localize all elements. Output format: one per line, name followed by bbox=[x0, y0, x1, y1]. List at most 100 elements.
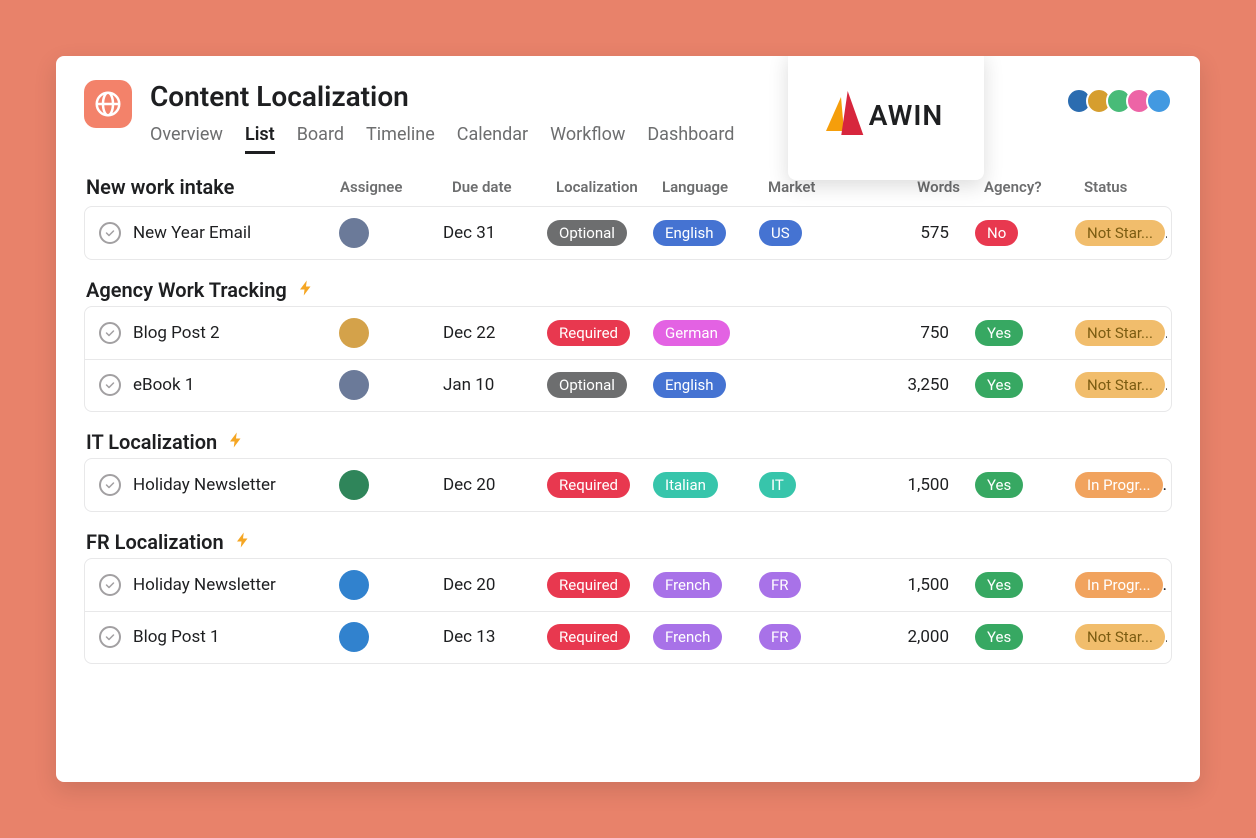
status-pill[interactable]: Not Star... bbox=[1075, 220, 1165, 246]
tab-dashboard[interactable]: Dashboard bbox=[647, 124, 734, 154]
task-title: New Year Email bbox=[133, 223, 251, 243]
agency-pill[interactable]: Yes bbox=[975, 472, 1023, 498]
tab-workflow[interactable]: Workflow bbox=[550, 124, 625, 154]
task-title: Holiday Newsletter bbox=[133, 575, 276, 595]
task-rows: Blog Post 2 Dec 22 Required German 750 Yes Not… bbox=[84, 306, 1172, 412]
column-header-due[interactable]: Due date bbox=[444, 178, 548, 196]
section-name[interactable]: IT Localization bbox=[86, 430, 217, 454]
task-rows: New Year EmailDec 31OptionalEnglishUS575… bbox=[84, 206, 1172, 260]
column-header-language[interactable]: Language bbox=[654, 178, 760, 196]
status-pill[interactable]: Not Star... bbox=[1075, 372, 1165, 398]
localization-pill[interactable]: Required bbox=[547, 624, 630, 650]
task-title: Holiday Newsletter bbox=[133, 475, 276, 495]
language-pill[interactable]: French bbox=[653, 624, 722, 650]
agency-pill[interactable]: No bbox=[975, 220, 1018, 246]
market-pill[interactable]: US bbox=[759, 220, 802, 246]
view-tabs: Overview List Board Timeline Calendar Workflo… bbox=[150, 124, 1172, 154]
collaborator-avatar[interactable] bbox=[1146, 88, 1172, 114]
assignee-avatar[interactable] bbox=[339, 622, 369, 652]
section: FR Localization Holiday Newsletter Dec 20 R… bbox=[84, 530, 1172, 664]
due-date[interactable]: Dec 22 bbox=[435, 323, 539, 343]
section-name[interactable]: FR Localization bbox=[86, 530, 224, 554]
task-row[interactable]: Blog Post 1 Dec 13 Required French FR 2,000 Ye… bbox=[85, 611, 1171, 663]
task-row[interactable]: eBook 1 Jan 10 Optional English 3,250 Yes Not … bbox=[85, 359, 1171, 411]
column-header-market[interactable]: Market bbox=[760, 178, 866, 196]
assignee-avatar[interactable] bbox=[339, 570, 369, 600]
rule-bolt-icon[interactable] bbox=[227, 430, 245, 454]
agency-pill[interactable]: Yes bbox=[975, 372, 1023, 398]
words-value: 1,500 bbox=[857, 475, 967, 495]
task-title: Blog Post 1 bbox=[133, 627, 220, 647]
localization-pill[interactable]: Optional bbox=[547, 372, 627, 398]
status-pill[interactable]: Not Star... bbox=[1075, 320, 1165, 346]
due-date[interactable]: Dec 13 bbox=[435, 627, 539, 647]
task-title: eBook 1 bbox=[133, 375, 194, 395]
project-header: Content Localization OverviewListBoardTi… bbox=[84, 80, 1172, 154]
task-title: Blog Post 2 bbox=[133, 323, 220, 343]
tab-timeline[interactable]: Timeline bbox=[366, 124, 435, 154]
globe-icon bbox=[93, 89, 123, 119]
column-header-agency[interactable]: Agency? bbox=[976, 178, 1076, 196]
due-date[interactable]: Dec 20 bbox=[435, 475, 539, 495]
assignee-avatar[interactable] bbox=[339, 318, 369, 348]
column-header-assignee[interactable]: Assignee bbox=[332, 178, 444, 196]
language-pill[interactable]: English bbox=[653, 372, 726, 398]
complete-check-icon[interactable] bbox=[99, 626, 121, 648]
column-header-localization[interactable]: Localization bbox=[548, 178, 654, 196]
collaborator-avatars[interactable] bbox=[1072, 88, 1172, 114]
localization-pill[interactable]: Required bbox=[547, 572, 630, 598]
section-name[interactable]: Agency Work Tracking bbox=[86, 278, 287, 302]
words-value: 750 bbox=[857, 323, 967, 343]
task-rows: Holiday Newsletter Dec 20 Required Italian I… bbox=[84, 458, 1172, 512]
complete-check-icon[interactable] bbox=[99, 574, 121, 596]
tab-calendar[interactable]: Calendar bbox=[457, 124, 528, 154]
agency-pill[interactable]: Yes bbox=[975, 320, 1023, 346]
language-pill[interactable]: German bbox=[653, 320, 730, 346]
column-headers: AssigneeDue dateLocalizationLanguageMark… bbox=[332, 172, 1172, 202]
task-row[interactable]: Holiday Newsletter Dec 20 Required Italian I… bbox=[85, 459, 1171, 511]
language-pill[interactable]: English bbox=[653, 220, 726, 246]
due-date[interactable]: Dec 20 bbox=[435, 575, 539, 595]
task-row[interactable]: New Year EmailDec 31OptionalEnglishUS575… bbox=[85, 207, 1171, 259]
rule-bolt-icon[interactable] bbox=[234, 530, 252, 554]
complete-check-icon[interactable] bbox=[99, 322, 121, 344]
column-header-words[interactable]: Words bbox=[866, 178, 976, 196]
due-date[interactable]: Jan 10 bbox=[435, 375, 539, 395]
complete-check-icon[interactable] bbox=[99, 374, 121, 396]
assignee-avatar[interactable] bbox=[339, 470, 369, 500]
task-row[interactable]: Blog Post 2 Dec 22 Required German 750 Yes Not… bbox=[85, 307, 1171, 359]
agency-pill[interactable]: Yes bbox=[975, 624, 1023, 650]
tab-board[interactable]: Board bbox=[297, 124, 344, 154]
complete-check-icon[interactable] bbox=[99, 474, 121, 496]
localization-pill[interactable]: Optional bbox=[547, 220, 627, 246]
section: New work intake AssigneeDue dateLocalizat… bbox=[84, 172, 1172, 260]
assignee-avatar[interactable] bbox=[339, 370, 369, 400]
language-pill[interactable]: Italian bbox=[653, 472, 718, 498]
words-value: 3,250 bbox=[857, 375, 967, 395]
market-pill[interactable]: FR bbox=[759, 572, 801, 598]
tab-list[interactable]: List bbox=[245, 124, 275, 154]
due-date[interactable]: Dec 31 bbox=[435, 223, 539, 243]
status-pill[interactable]: In Progr... bbox=[1075, 472, 1163, 498]
status-pill[interactable]: In Progr... bbox=[1075, 572, 1163, 598]
task-rows: Holiday Newsletter Dec 20 Required French FR… bbox=[84, 558, 1172, 664]
rule-bolt-icon[interactable] bbox=[297, 278, 315, 302]
column-header-status[interactable]: Status bbox=[1076, 178, 1176, 196]
section: Agency Work Tracking Blog Post 2 Dec 22 Req… bbox=[84, 278, 1172, 412]
task-row[interactable]: Holiday Newsletter Dec 20 Required French FR… bbox=[85, 559, 1171, 611]
complete-check-icon[interactable] bbox=[99, 222, 121, 244]
brand-card: AWIN bbox=[788, 56, 984, 180]
words-value: 2,000 bbox=[857, 627, 967, 647]
assignee-avatar[interactable] bbox=[339, 218, 369, 248]
tab-overview[interactable]: Overview bbox=[150, 124, 223, 154]
section-name[interactable]: New work intake bbox=[86, 175, 234, 199]
localization-pill[interactable]: Required bbox=[547, 320, 630, 346]
localization-pill[interactable]: Required bbox=[547, 472, 630, 498]
awin-logo-icon bbox=[829, 91, 861, 139]
agency-pill[interactable]: Yes bbox=[975, 572, 1023, 598]
section: IT Localization Holiday Newsletter Dec 20 R… bbox=[84, 430, 1172, 512]
market-pill[interactable]: IT bbox=[759, 472, 796, 498]
market-pill[interactable]: FR bbox=[759, 624, 801, 650]
status-pill[interactable]: Not Star... bbox=[1075, 624, 1165, 650]
language-pill[interactable]: French bbox=[653, 572, 722, 598]
